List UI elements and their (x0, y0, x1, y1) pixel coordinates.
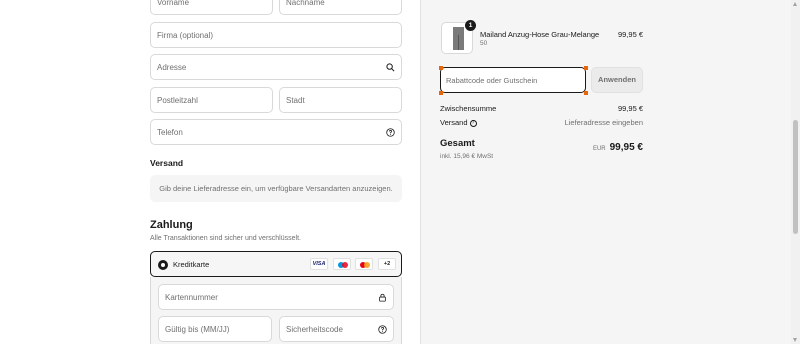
checkout-form-panel: Versand Gib deine Lieferadresse ein, um … (0, 0, 421, 344)
phone-field[interactable] (150, 119, 402, 145)
last-name-field[interactable] (279, 0, 402, 15)
mastercard-icon (355, 258, 373, 270)
credit-card-option[interactable]: Kreditkarte VISA +2 (150, 251, 402, 277)
company-input[interactable] (151, 23, 401, 47)
card-number-input[interactable] (159, 285, 393, 309)
payment-heading: Zahlung (150, 219, 193, 231)
subtotal-label: Zwischensumme (440, 104, 497, 113)
shipping-row-label: Versand? (440, 118, 477, 127)
company-field[interactable] (150, 22, 402, 48)
total-currency: EUR (592, 146, 606, 152)
subtotal-value: 99,95 € (617, 104, 643, 113)
shipping-value: Lieferadresse eingeben (564, 118, 643, 127)
scrollbar-thumb[interactable] (793, 120, 798, 234)
scrollbar[interactable] (791, 0, 800, 344)
product-price: 99,95 € (617, 30, 643, 39)
cvc-input[interactable] (280, 317, 393, 341)
selection-handle (438, 90, 443, 95)
city-field[interactable] (279, 87, 402, 113)
city-input[interactable] (280, 88, 401, 112)
credit-card-radio[interactable] (158, 260, 168, 270)
selection-handle (438, 65, 443, 70)
card-number-field[interactable] (158, 284, 394, 310)
maestro-icon (333, 258, 351, 270)
pants-image (453, 27, 464, 50)
shipping-heading: Versand (150, 158, 184, 168)
expiry-field[interactable] (158, 316, 272, 342)
payment-subtitle: Alle Transaktionen sind sicher und versc… (150, 235, 301, 242)
discount-code-field[interactable] (438, 65, 588, 95)
lock-icon (379, 293, 386, 302)
address-input[interactable] (151, 55, 401, 79)
cvc-field[interactable] (279, 316, 394, 342)
first-name-field[interactable] (150, 0, 273, 15)
apply-discount-button[interactable]: Anwenden (591, 67, 643, 93)
shipping-info-text: Gib deine Lieferadresse ein, um verfügba… (159, 184, 393, 193)
search-icon[interactable] (386, 63, 395, 72)
help-circle-icon[interactable] (378, 325, 387, 334)
help-circle-icon[interactable] (386, 128, 395, 137)
more-cards-badge: +2 (378, 258, 396, 270)
product-variant: 50 (480, 40, 488, 47)
total-price: EUR 99,95 € (540, 137, 643, 155)
shipping-label: Versand (440, 118, 468, 127)
scroll-up-arrow-icon[interactable] (793, 2, 797, 6)
product-name: Mailand Anzug-Hose Grau-Melange (480, 30, 600, 39)
selection-handle (583, 90, 588, 95)
total-amount: 99,95 € (609, 142, 643, 153)
total-label: Gesamt (440, 138, 475, 149)
tax-note: inkl. 15,96 € MwSt (440, 153, 494, 160)
help-circle-icon[interactable]: ? (469, 119, 477, 127)
order-summary-panel (421, 0, 791, 344)
last-name-input[interactable] (280, 0, 401, 14)
expiry-input[interactable] (159, 317, 271, 341)
selection-handle (583, 65, 588, 70)
postal-code-field[interactable] (150, 87, 273, 113)
postal-code-input[interactable] (151, 88, 272, 112)
credit-card-label: Kreditkarte (173, 260, 210, 269)
shipping-info-box: Gib deine Lieferadresse ein, um verfügba… (150, 175, 402, 202)
first-name-input[interactable] (151, 0, 272, 14)
discount-code-input[interactable] (441, 68, 585, 92)
visa-icon: VISA (310, 258, 328, 270)
quantity-badge: 1 (465, 20, 476, 31)
scroll-down-arrow-icon[interactable] (793, 338, 797, 342)
phone-input[interactable] (151, 120, 401, 144)
address-field[interactable] (150, 54, 402, 80)
